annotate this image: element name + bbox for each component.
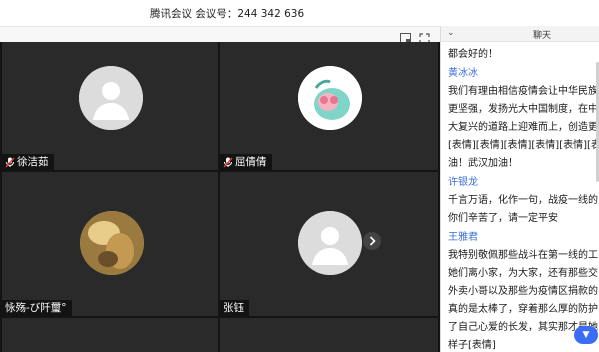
chat-sender-name: 黄冰冰 bbox=[448, 68, 478, 79]
mic-muted-icon bbox=[223, 157, 233, 168]
chat-message-line: 她们离小家，为大家，还有那些交 bbox=[448, 268, 598, 279]
chat-message-line: 你们辛苦了，请一定平安 bbox=[448, 213, 558, 224]
participant-tile[interactable]: 屈倩倩 bbox=[220, 42, 438, 170]
chat-sender-name: 王雅君 bbox=[448, 232, 478, 243]
chat-message-line: 都会好的！ bbox=[448, 49, 498, 60]
mic-muted-icon bbox=[5, 157, 15, 168]
participant-tile[interactable] bbox=[2, 318, 218, 352]
next-page-button[interactable] bbox=[363, 232, 381, 250]
meeting-title: 腾讯会议 会议号：244 342 636 bbox=[150, 8, 305, 20]
participant-name: 徐洁茹 bbox=[17, 156, 49, 168]
chevron-right-icon bbox=[369, 236, 376, 246]
avatar bbox=[79, 66, 143, 130]
avatar bbox=[298, 211, 362, 275]
video-toolbar bbox=[0, 26, 440, 44]
video-grid: 徐洁茹 屈倩倩 怺殇-び阡璽° 张钰 bbox=[0, 42, 440, 352]
chat-sender-name: 许银龙 bbox=[448, 177, 478, 188]
avatar bbox=[80, 211, 144, 275]
chat-message-line: 更坚强，发扬光大中国制度，在中 bbox=[448, 104, 598, 115]
participant-nameplate: 怺殇-び阡璽° bbox=[2, 300, 72, 316]
participant-name: 张钰 bbox=[223, 302, 244, 314]
chat-message-line: 真的是太棒了，穿着那么厚的防护 bbox=[448, 304, 598, 315]
chat-message-line: 我们有理由相信疫情会让中华民族 bbox=[448, 86, 598, 97]
cartoon-avatar-icon bbox=[298, 66, 362, 130]
chat-message-line: 油！武汉加油！ bbox=[448, 158, 518, 169]
chat-title: 聊天 bbox=[533, 31, 552, 41]
participant-name: 屈倩倩 bbox=[235, 156, 267, 168]
chevron-down-icon[interactable]: ⌄ bbox=[447, 28, 455, 38]
participant-nameplate: 徐洁茹 bbox=[2, 154, 54, 170]
participant-tile[interactable] bbox=[220, 318, 438, 352]
chat-message-line: 千言万语，化作一句，战疫一线的 bbox=[448, 195, 598, 206]
chat-message-line: [表情][表情][表情][表情][表情][表 bbox=[448, 140, 599, 151]
chat-header: ⌄ 聊天 bbox=[441, 26, 599, 42]
participant-nameplate: 屈倩倩 bbox=[220, 154, 272, 170]
participant-tile[interactable]: 张钰 bbox=[220, 172, 438, 316]
layout-icon[interactable] bbox=[400, 29, 411, 44]
avatar bbox=[298, 66, 362, 130]
chat-message-line: 外卖小哥以及那些为疫情区捐款的 bbox=[448, 286, 598, 297]
default-avatar-icon bbox=[298, 211, 362, 275]
default-avatar-icon bbox=[79, 66, 143, 130]
participant-name: 怺殇-び阡璽° bbox=[5, 302, 67, 314]
chat-messages[interactable]: 都会好的！ 黄冰冰 我们有理由相信疫情会让中华民族 更坚强，发扬光大中国制度，在… bbox=[441, 42, 599, 352]
arrow-down-icon: ▼ bbox=[582, 330, 590, 340]
participant-tile[interactable]: 怺殇-び阡璽° bbox=[2, 172, 218, 316]
chat-panel: ⌄ 聊天 都会好的！ 黄冰冰 我们有理由相信疫情会让中华民族 更坚强，发扬光大中… bbox=[440, 26, 599, 352]
participant-tile[interactable]: 徐洁茹 bbox=[2, 42, 218, 170]
chat-message-line: 大复兴的道路上迎难而上，创造更 bbox=[448, 122, 598, 133]
photo-avatar-icon bbox=[80, 211, 144, 275]
title-bar: 腾讯会议 会议号：244 342 636 bbox=[0, 0, 599, 26]
participant-nameplate: 张钰 bbox=[220, 300, 249, 316]
scroll-to-latest-button[interactable]: ▼ bbox=[574, 326, 598, 344]
chat-message-line: 我特别敬佩那些战斗在第一线的工 bbox=[448, 250, 598, 261]
fullscreen-icon[interactable] bbox=[419, 29, 430, 44]
chat-message-line: 样子[表情] bbox=[448, 340, 496, 351]
